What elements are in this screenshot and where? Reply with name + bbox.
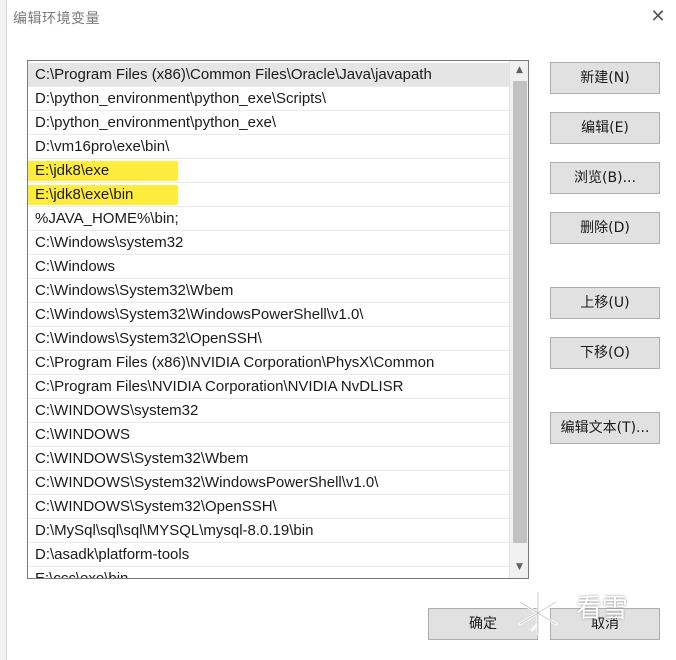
path-list-item[interactable]: D:\MySql\sql\sql\MYSQL\mysql-8.0.19\bin bbox=[28, 519, 510, 543]
path-list-item[interactable]: D:\asadk\platform-tools bbox=[28, 543, 510, 567]
path-text: E:\jdk8\exe bbox=[35, 162, 110, 179]
background-window-edge bbox=[0, 0, 7, 660]
path-text: C:\Windows\System32\Wbem bbox=[35, 282, 234, 299]
browse-button[interactable]: 浏览(B)... bbox=[550, 162, 660, 194]
delete-button[interactable]: 删除(D) bbox=[550, 212, 660, 244]
path-list-item[interactable]: C:\Program Files\NVIDIA Corporation\NVID… bbox=[28, 375, 510, 399]
move-down-button[interactable]: 下移(O) bbox=[550, 337, 660, 369]
path-text: E:\ccc\exe\bin bbox=[35, 570, 129, 579]
path-text: D:\vm16pro\exe\bin\ bbox=[35, 138, 170, 155]
path-list-item[interactable]: C:\Windows\System32\OpenSSH\ bbox=[28, 327, 510, 351]
path-text: C:\WINDOWS\system32 bbox=[35, 402, 199, 419]
path-list-item[interactable]: C:\WINDOWS\System32\WindowsPowerShell\v1… bbox=[28, 471, 510, 495]
path-text: C:\WINDOWS\System32\Wbem bbox=[35, 450, 249, 467]
edit-text-button[interactable]: 编辑文本(T)... bbox=[550, 412, 660, 444]
path-list-item[interactable]: C:\Windows\System32\WindowsPowerShell\v1… bbox=[28, 303, 510, 327]
edit-button[interactable]: 编辑(E) bbox=[550, 112, 660, 144]
path-text: C:\WINDOWS\System32\OpenSSH\ bbox=[35, 498, 277, 515]
new-button[interactable]: 新建(N) bbox=[550, 62, 660, 94]
path-list-item[interactable]: C:\Windows bbox=[28, 255, 510, 279]
path-text: C:\Windows\system32 bbox=[35, 234, 184, 251]
scroll-up-arrow-icon[interactable]: ▲ bbox=[510, 62, 528, 79]
path-list-item[interactable]: C:\WINDOWS\system32 bbox=[28, 399, 510, 423]
path-text: C:\Program Files\NVIDIA Corporation\NVID… bbox=[35, 378, 404, 395]
path-list-item[interactable]: E:\ccc\exe\bin bbox=[28, 567, 510, 579]
path-text: C:\Program Files (x86)\NVIDIA Corporatio… bbox=[35, 354, 435, 371]
path-list-item[interactable]: %JAVA_HOME%\bin; bbox=[28, 207, 510, 231]
path-list-rows: C:\Program Files (x86)\Common Files\Orac… bbox=[28, 63, 510, 579]
watermark-text: 看雪 bbox=[576, 594, 629, 624]
vertical-scrollbar[interactable]: ▲ ▼ bbox=[509, 61, 528, 578]
path-list-item[interactable]: C:\Windows\system32 bbox=[28, 231, 510, 255]
path-list-item[interactable]: D:\python_environment\python_exe\Scripts… bbox=[28, 87, 510, 111]
path-text: D:\asadk\platform-tools bbox=[35, 546, 190, 563]
path-text: C:\Windows\System32\OpenSSH\ bbox=[35, 330, 262, 347]
path-text: D:\MySql\sql\sql\MYSQL\mysql-8.0.19\bin bbox=[35, 522, 314, 539]
path-list-item[interactable]: D:\python_environment\python_exe\ bbox=[28, 111, 510, 135]
path-list-item[interactable]: D:\vm16pro\exe\bin\ bbox=[28, 135, 510, 159]
scroll-down-arrow-icon[interactable]: ▼ bbox=[510, 559, 528, 576]
scrollbar-thumb[interactable] bbox=[513, 81, 527, 543]
path-text: %JAVA_HOME%\bin; bbox=[35, 210, 179, 227]
path-list-item[interactable]: C:\Program Files (x86)\NVIDIA Corporatio… bbox=[28, 351, 510, 375]
path-list-item[interactable]: E:\jdk8\exe\bin bbox=[28, 183, 510, 207]
path-text: D:\python_environment\python_exe\Scripts… bbox=[35, 90, 326, 107]
path-list[interactable]: C:\Program Files (x86)\Common Files\Orac… bbox=[27, 60, 529, 579]
move-up-button[interactable]: 上移(U) bbox=[550, 287, 660, 319]
close-icon[interactable]: ✕ bbox=[644, 4, 672, 30]
path-list-item[interactable]: C:\WINDOWS\System32\OpenSSH\ bbox=[28, 495, 510, 519]
dialog-title: 编辑环境变量 bbox=[13, 11, 100, 27]
path-text: C:\Program Files (x86)\Common Files\Orac… bbox=[35, 66, 432, 83]
path-text: D:\python_environment\python_exe\ bbox=[35, 114, 276, 131]
path-text: E:\jdk8\exe\bin bbox=[35, 186, 134, 203]
path-list-item[interactable]: C:\WINDOWS bbox=[28, 423, 510, 447]
path-text: C:\WINDOWS\System32\WindowsPowerShell\v1… bbox=[35, 474, 379, 491]
path-text: C:\Windows bbox=[35, 258, 116, 275]
path-list-item[interactable]: E:\jdk8\exe bbox=[28, 159, 510, 183]
path-list-item[interactable]: C:\Program Files (x86)\Common Files\Orac… bbox=[28, 63, 510, 87]
path-list-item[interactable]: C:\WINDOWS\System32\Wbem bbox=[28, 447, 510, 471]
path-text: C:\WINDOWS bbox=[35, 426, 130, 443]
path-list-item[interactable]: C:\Windows\System32\Wbem bbox=[28, 279, 510, 303]
path-text: C:\Windows\System32\WindowsPowerShell\v1… bbox=[35, 306, 364, 323]
